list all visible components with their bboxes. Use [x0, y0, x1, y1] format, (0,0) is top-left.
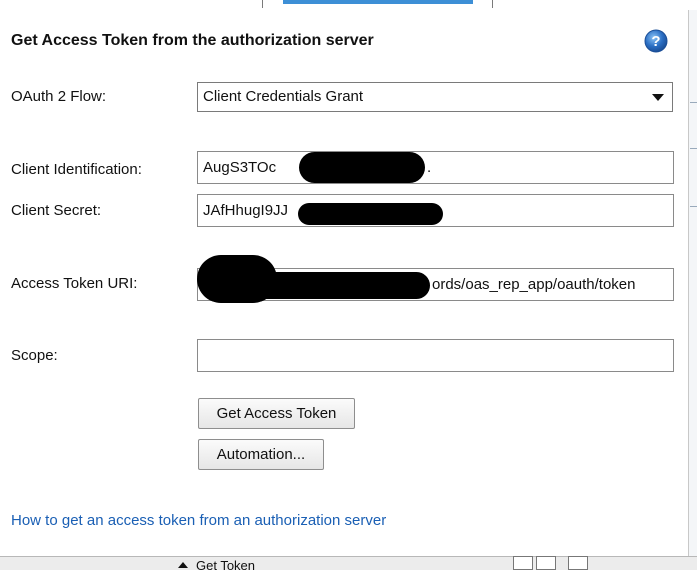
get-access-token-button-label: Get Access Token — [216, 405, 337, 422]
background-app-strip — [0, 0, 697, 8]
get-access-token-button[interactable]: Get Access Token — [198, 398, 355, 429]
caret-up-icon — [178, 562, 188, 568]
screen: Get Access Token from the authorization … — [0, 0, 697, 570]
divider — [262, 0, 263, 8]
panel-button[interactable] — [536, 556, 556, 570]
chevron-down-icon[interactable] — [652, 94, 664, 101]
svg-text:?: ? — [651, 33, 660, 50]
divider — [690, 148, 697, 149]
client-secret-value: JAfHhugI9JJ — [203, 202, 289, 219]
divider — [492, 0, 493, 8]
get-token-bar: Get Token — [0, 556, 697, 570]
background-active-tab — [283, 0, 473, 4]
client-identification-label: Client Identification: — [11, 161, 142, 178]
client-secret-label: Client Secret: — [11, 202, 102, 219]
access-token-uri-label: Access Token URI: — [11, 275, 138, 292]
oauth-flow-select[interactable]: Client Credentials Grant — [197, 82, 673, 112]
divider — [690, 206, 697, 207]
get-token-toggle[interactable]: Get Token — [178, 558, 255, 570]
scope-field[interactable] — [197, 339, 674, 372]
oauth-flow-selected-value: Client Credentials Grant — [203, 88, 364, 105]
background-app-edge — [688, 10, 697, 556]
redaction-mark — [200, 272, 430, 299]
panel-button[interactable] — [513, 556, 533, 570]
automation-button-label: Automation... — [216, 446, 306, 463]
divider — [690, 102, 697, 103]
client-identification-value: AugS3TOc — [203, 159, 277, 176]
client-secret-field[interactable]: JAfHhugI9JJ — [197, 194, 674, 227]
redaction-mark — [298, 203, 443, 225]
dialog-title: Get Access Token from the authorization … — [11, 32, 374, 49]
oauth-flow-label: OAuth 2 Flow: — [11, 88, 107, 105]
redaction-mark — [299, 152, 425, 183]
scope-label: Scope: — [11, 347, 58, 364]
access-token-uri-value: ords/oas_rep_app/oauth/token — [432, 276, 636, 293]
client-identification-field[interactable]: AugS3TOc . — [197, 151, 674, 184]
help-icon[interactable]: ? — [644, 29, 668, 53]
panel-button[interactable] — [568, 556, 588, 570]
help-link[interactable]: How to get an access token from an autho… — [11, 512, 386, 529]
get-token-label: Get Token — [196, 558, 256, 570]
get-access-token-dialog: Get Access Token from the authorization … — [0, 10, 689, 556]
automation-button[interactable]: Automation... — [198, 439, 324, 470]
client-identification-value-tail: . — [427, 159, 432, 176]
